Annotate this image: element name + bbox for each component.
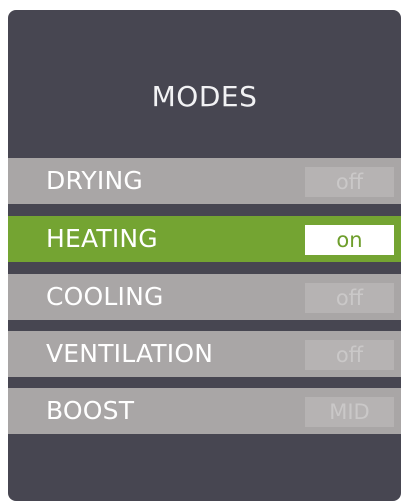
mode-label-heating: HEATING xyxy=(46,224,158,253)
modes-panel: MODES DRYING off HEATING on COOLING off … xyxy=(8,10,401,501)
mode-toggle-cooling[interactable]: off xyxy=(305,283,394,313)
mode-label-ventilation: VENTILATION xyxy=(46,339,214,368)
mode-label-boost: BOOST xyxy=(46,396,135,425)
mode-toggle-boost[interactable]: MID xyxy=(305,397,394,427)
mode-row-ventilation[interactable]: VENTILATION off xyxy=(8,331,401,377)
mode-toggle-ventilation[interactable]: off xyxy=(305,340,394,370)
mode-toggle-drying[interactable]: off xyxy=(305,167,394,197)
mode-toggle-heating[interactable]: on xyxy=(305,225,394,255)
mode-row-heating[interactable]: HEATING on xyxy=(8,216,401,262)
mode-row-drying[interactable]: DRYING off xyxy=(8,158,401,204)
mode-label-cooling: COOLING xyxy=(46,282,164,311)
mode-row-boost[interactable]: BOOST MID xyxy=(8,388,401,434)
mode-row-cooling[interactable]: COOLING off xyxy=(8,274,401,320)
mode-label-drying: DRYING xyxy=(46,166,143,195)
panel-title: MODES xyxy=(151,80,258,113)
